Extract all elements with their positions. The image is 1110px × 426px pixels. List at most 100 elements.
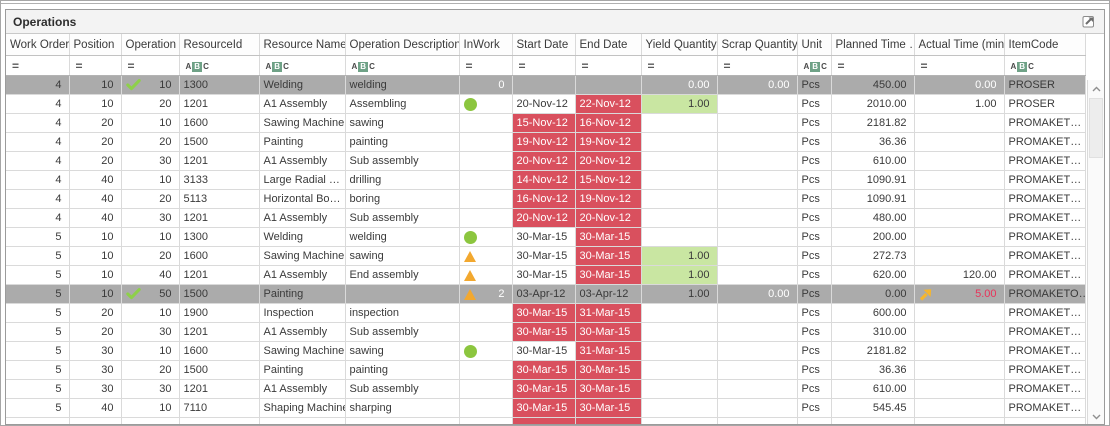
cell-resource_id[interactable]: 1600 (179, 114, 259, 133)
cell-end_date[interactable]: 30-Mar-15 (575, 228, 641, 247)
cell-resource_id[interactable]: 1500 (179, 361, 259, 380)
cell-operation[interactable]: 30 (121, 152, 179, 171)
filter-resource_id[interactable]: ABC (179, 56, 259, 76)
cell-start_date[interactable]: 19-Nov-12 (512, 133, 575, 152)
cell-inwork[interactable] (459, 418, 512, 426)
cell-resource_id[interactable]: 1600 (179, 247, 259, 266)
cell-item_code[interactable]: PROMAKET… (1004, 342, 1085, 361)
cell-description[interactable]: Sub assembly (345, 209, 459, 228)
cell-end_date[interactable]: 20-Nov-12 (575, 209, 641, 228)
cell-description[interactable] (345, 285, 459, 304)
cell-end_date[interactable] (575, 76, 641, 95)
cell-unit[interactable]: Pcs (797, 133, 831, 152)
cell-position[interactable]: 30 (69, 342, 121, 361)
table-row[interactable]: 440103133Large Radial …drilling14-Nov-12… (6, 171, 1085, 190)
cell-actual_time[interactable] (914, 323, 1004, 342)
cell-description[interactable] (345, 418, 459, 426)
cell-scrap_qty[interactable] (717, 418, 797, 426)
cell-inwork[interactable] (459, 114, 512, 133)
cell-resource_name[interactable]: Shaping Machine (259, 399, 345, 418)
cell-resource_name[interactable]: A1 Assembly (259, 209, 345, 228)
cell-end_date[interactable]: 31-Mar-15 (575, 342, 641, 361)
filter-description[interactable]: ABC (345, 56, 459, 76)
cell-resource_name[interactable]: Painting (259, 361, 345, 380)
cell-yield_qty[interactable] (641, 342, 717, 361)
cell-planned_time[interactable]: 1090.91 (831, 171, 914, 190)
cell-position[interactable]: 10 (69, 228, 121, 247)
cell-scrap_qty[interactable] (717, 247, 797, 266)
cell-work_order[interactable]: 4 (6, 76, 69, 95)
cell-resource_name[interactable]: Horizontal Bo… (259, 190, 345, 209)
cell-resource_id[interactable]: 5113 (179, 190, 259, 209)
cell-description[interactable]: inspection (345, 304, 459, 323)
table-row[interactable] (6, 418, 1085, 426)
cell-start_date[interactable]: 14-Nov-12 (512, 171, 575, 190)
cell-resource_name[interactable]: Sawing Machine (259, 342, 345, 361)
cell-operation[interactable] (121, 418, 179, 426)
cell-resource_name[interactable] (259, 418, 345, 426)
cell-scrap_qty[interactable] (717, 266, 797, 285)
cell-description[interactable]: sharping (345, 399, 459, 418)
table-row[interactable]: 510401201A1 AssemblyEnd assembly30-Mar-1… (6, 266, 1085, 285)
cell-start_date[interactable]: 30-Mar-15 (512, 266, 575, 285)
table-row[interactable]: 410101300Weldingwelding00.000.00Pcs450.0… (6, 76, 1085, 95)
cell-scrap_qty[interactable] (717, 171, 797, 190)
cell-planned_time[interactable]: 610.00 (831, 380, 914, 399)
cell-unit[interactable]: Pcs (797, 76, 831, 95)
cell-position[interactable]: 30 (69, 361, 121, 380)
cell-position[interactable]: 20 (69, 152, 121, 171)
cell-resource_name[interactable]: Welding (259, 76, 345, 95)
cell-resource_id[interactable]: 1201 (179, 209, 259, 228)
cell-yield_qty[interactable] (641, 418, 717, 426)
cell-inwork[interactable] (459, 228, 512, 247)
cell-actual_time[interactable] (914, 380, 1004, 399)
cell-item_code[interactable]: PROMAKET… (1004, 190, 1085, 209)
filter-unit[interactable]: ABC (797, 56, 831, 76)
cell-actual_time[interactable]: 120.00 (914, 266, 1004, 285)
column-header-yield_qty[interactable]: Yield Quantity (641, 34, 717, 56)
column-header-resource_id[interactable]: ResourceId (179, 34, 259, 56)
cell-item_code[interactable]: PROMAKETO… (1004, 285, 1085, 304)
cell-description[interactable]: Sub assembly (345, 380, 459, 399)
cell-description[interactable]: painting (345, 133, 459, 152)
cell-resource_id[interactable]: 3133 (179, 171, 259, 190)
filter-inwork[interactable]: = (459, 56, 512, 76)
cell-resource_name[interactable]: Inspection (259, 304, 345, 323)
cell-inwork[interactable]: 0 (459, 76, 512, 95)
cell-actual_time[interactable] (914, 361, 1004, 380)
cell-position[interactable]: 20 (69, 114, 121, 133)
cell-inwork[interactable] (459, 133, 512, 152)
table-row[interactable]: 510101300Weldingwelding30-Mar-1530-Mar-1… (6, 228, 1085, 247)
cell-unit[interactable]: Pcs (797, 171, 831, 190)
cell-description[interactable]: boring (345, 190, 459, 209)
cell-actual_time[interactable] (914, 304, 1004, 323)
cell-unit[interactable]: Pcs (797, 114, 831, 133)
cell-end_date[interactable]: 03-Apr-12 (575, 285, 641, 304)
cell-scrap_qty[interactable] (717, 228, 797, 247)
cell-planned_time[interactable]: 310.00 (831, 323, 914, 342)
cell-end_date[interactable]: 31-Mar-15 (575, 304, 641, 323)
cell-start_date[interactable]: 03-Apr-12 (512, 285, 575, 304)
cell-yield_qty[interactable] (641, 323, 717, 342)
cell-resource_id[interactable]: 1500 (179, 285, 259, 304)
cell-resource_name[interactable]: A1 Assembly (259, 152, 345, 171)
cell-position[interactable] (69, 418, 121, 426)
cell-actual_time[interactable] (914, 342, 1004, 361)
cell-operation[interactable]: 10 (121, 171, 179, 190)
cell-work_order[interactable] (6, 418, 69, 426)
cell-item_code[interactable]: PROMAKET… (1004, 209, 1085, 228)
cell-operation[interactable]: 20 (121, 247, 179, 266)
cell-planned_time[interactable]: 620.00 (831, 266, 914, 285)
cell-end_date[interactable]: 30-Mar-15 (575, 380, 641, 399)
cell-inwork[interactable] (459, 171, 512, 190)
cell-work_order[interactable]: 4 (6, 171, 69, 190)
table-row[interactable]: 520101900Inspectioninspection30-Mar-1531… (6, 304, 1085, 323)
cell-scrap_qty[interactable] (717, 323, 797, 342)
cell-scrap_qty[interactable]: 0.00 (717, 76, 797, 95)
cell-operation[interactable]: 40 (121, 266, 179, 285)
cell-work_order[interactable]: 4 (6, 95, 69, 114)
cell-planned_time[interactable]: 272.73 (831, 247, 914, 266)
cell-end_date[interactable]: 30-Mar-15 (575, 399, 641, 418)
cell-item_code[interactable]: PROMAKET… (1004, 171, 1085, 190)
cell-unit[interactable]: Pcs (797, 209, 831, 228)
